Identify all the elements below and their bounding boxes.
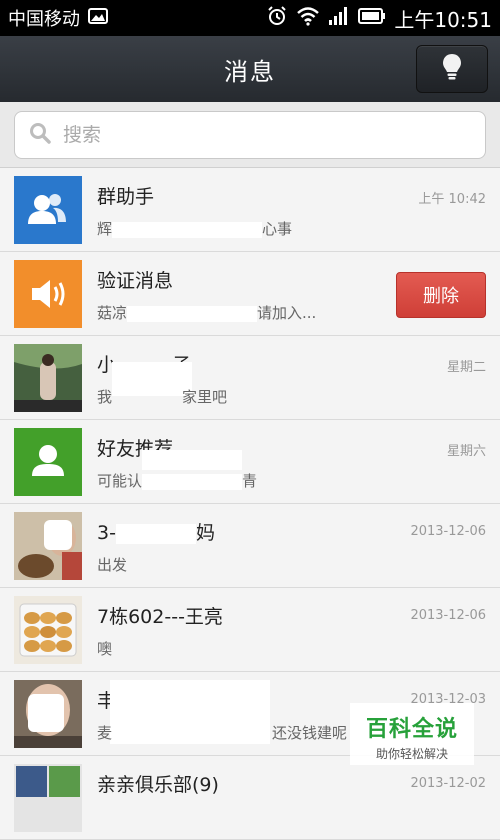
preview-end: 青 <box>242 472 258 490</box>
wifi-icon <box>296 6 320 30</box>
battery-icon <box>358 7 386 29</box>
group-avatar <box>14 764 82 832</box>
conversation-time: 2013-12-06 <box>410 524 486 539</box>
preview-start: 可能认 <box>97 472 143 490</box>
conversation-row[interactable]: 好友推荐 可能认青 星期六 <box>0 420 500 504</box>
avatar <box>14 512 82 580</box>
watermark-title: 百科全说 <box>365 717 458 742</box>
preview-end: 请加入... <box>257 304 317 322</box>
search-bar <box>0 102 500 168</box>
conversation-row[interactable]: 群助手 辉 心事 上午 10:42 <box>0 168 500 252</box>
preview-start: 麦 <box>97 724 113 742</box>
photo-avatar <box>14 512 82 580</box>
avatar <box>14 344 82 412</box>
conversation-time: 星期六 <box>446 444 486 459</box>
conversation-time: 星期二 <box>446 360 486 375</box>
preview-start: 辉 <box>97 220 113 238</box>
conversation-preview: 麦 还没钱建呢 <box>97 722 347 743</box>
group-icon <box>28 194 66 224</box>
avatar <box>14 596 82 664</box>
name-start: 3- <box>97 522 116 544</box>
speaker-icon <box>32 280 65 308</box>
preview-end: 家里吧 <box>182 388 228 406</box>
watermark-subtitle: 助你轻松解决 <box>375 747 448 761</box>
conversation-row[interactable]: 7栋602---王亮 噢 2013-12-06 <box>0 588 500 672</box>
name-end: 妈 <box>195 522 215 544</box>
conversation-time: 上午 10:42 <box>418 192 486 207</box>
search-icon <box>29 122 51 148</box>
status-bar: 中国移动 上午10:51 <box>0 0 500 36</box>
conversation-preview: 噢 <box>97 640 113 658</box>
conversation-name: 亲亲俱乐部(9) <box>97 774 219 796</box>
conversation-preview: 可能认 青 <box>97 470 257 491</box>
redaction <box>112 221 263 238</box>
conversation-name: 验证消息 <box>97 270 174 292</box>
preview-start: 我 <box>97 388 113 406</box>
alarm-icon <box>266 5 288 31</box>
signal-icon <box>328 6 350 30</box>
image-icon <box>88 8 108 28</box>
conversation-time: 2013-12-06 <box>410 608 486 623</box>
photo-avatar <box>14 344 82 412</box>
redaction <box>115 523 196 544</box>
lightbulb-icon <box>441 53 463 85</box>
conversation-name: 群助手 <box>97 186 155 208</box>
watermark-logo: 百科全说 助你轻松解决 <box>350 703 474 765</box>
photo-avatar <box>14 680 82 748</box>
search-input[interactable] <box>61 123 445 147</box>
redaction <box>142 450 242 470</box>
title-bar: 消息 <box>0 36 500 102</box>
clock: 上午10:51 <box>394 7 492 32</box>
conversation-row[interactable]: 3- 妈 出发 2013-12-06 <box>0 504 500 588</box>
preview-end: 心事 <box>262 220 293 238</box>
avatar <box>14 176 82 244</box>
conversation-name: 3- 妈 <box>97 518 215 545</box>
conversation-name: 7栋602---王亮 <box>97 606 223 628</box>
conversation-row[interactable]: 亲亲俱乐部(9) 2013-12-02 <box>0 756 500 840</box>
conversation-row[interactable]: 验证消息 菇凉 请加入... 删除 <box>0 252 500 336</box>
person-icon <box>32 445 64 476</box>
preview-start: 菇凉 <box>97 304 128 322</box>
conversation-preview: 出发 <box>97 556 128 574</box>
lightbulb-button[interactable] <box>416 45 488 93</box>
conversation-preview: 菇凉 请加入... <box>97 302 316 323</box>
conversation-preview: 辉 心事 <box>97 218 292 239</box>
avatar <box>14 764 82 832</box>
conversation-preview: 我 家里吧 <box>97 386 227 407</box>
photo-avatar <box>14 596 82 664</box>
search-box[interactable] <box>14 111 486 159</box>
redaction <box>127 305 258 322</box>
conversation-row[interactable]: 小子 我家里吧 星期二 <box>0 336 500 420</box>
redaction <box>142 473 243 490</box>
avatar <box>14 680 82 748</box>
avatar <box>14 428 82 496</box>
avatar <box>14 260 82 328</box>
carrier-name: 中国移动 <box>8 9 80 30</box>
delete-button[interactable]: 删除 <box>396 272 486 318</box>
preview-end: 还没钱建呢 <box>272 724 348 742</box>
